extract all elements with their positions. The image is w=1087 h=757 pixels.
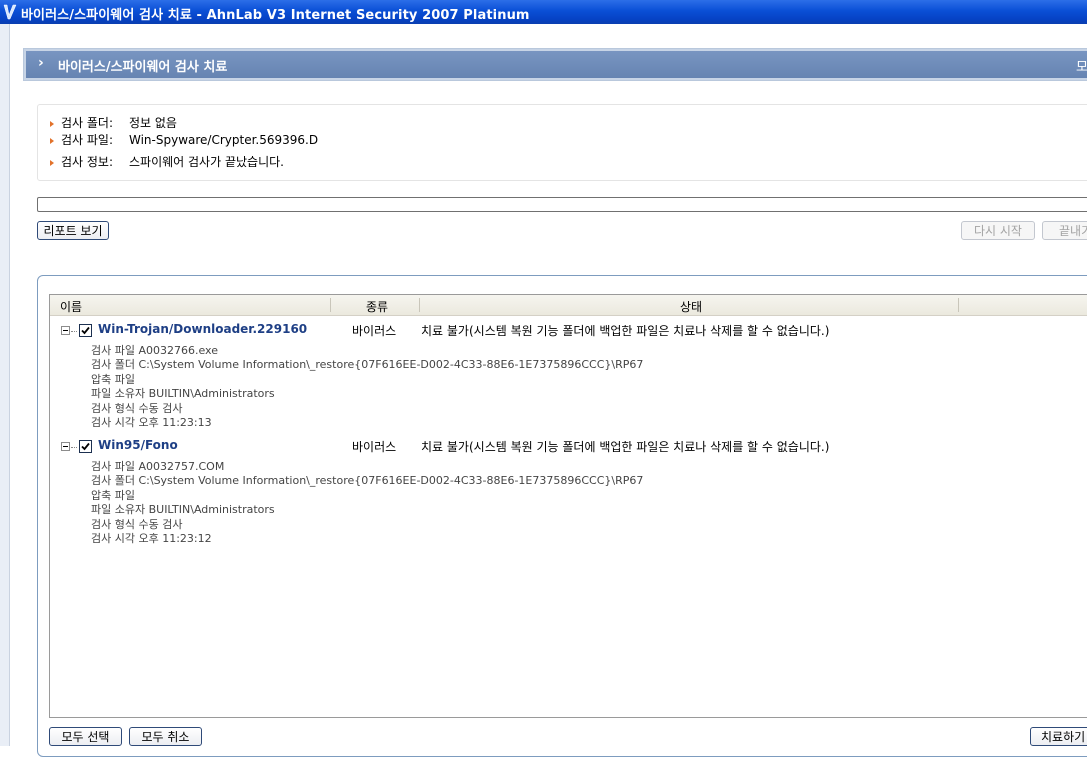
section-header-bar: › 바이러스/스파이웨어 검사 치료 모 [26, 51, 1087, 78]
info-row-folder: 검사 폴더: 정보 없음 [50, 114, 177, 130]
column-header-status[interactable]: 상태 [680, 298, 702, 315]
collapse-toggle-icon[interactable] [61, 442, 70, 451]
bullet-icon [50, 159, 54, 166]
finish-button[interactable]: 끝내기 [1042, 221, 1087, 240]
section-header: › 바이러스/스파이웨어 검사 치료 모 [23, 48, 1087, 81]
item-name: Win-Trojan/Downloader.229160 [98, 322, 308, 336]
info-row-status: 검사 정보: 스파이웨어 검사가 끝났습니다. [50, 153, 284, 169]
column-divider[interactable] [958, 298, 959, 312]
item-detail: 검사 파일 A0032766.exe [91, 344, 218, 357]
checkmark-icon [81, 442, 90, 451]
bullet-icon [50, 120, 54, 127]
list-item[interactable]: Win95/Fono 바이러스 치료 불가(시스템 복원 기능 폴더에 백업한 … [50, 436, 1087, 548]
restart-button[interactable]: 다시 시작 [961, 221, 1035, 240]
window-title: 바이러스/스파이웨어 검사 치료 - AhnLab V3 Internet Se… [21, 8, 530, 23]
item-type: 바이러스 [352, 440, 397, 454]
info-row-file: 검사 파일: Win-Spyware/Crypter.569396.D [50, 131, 318, 147]
item-checkbox[interactable] [79, 440, 92, 453]
item-name: Win95/Fono [98, 438, 178, 452]
view-report-button[interactable]: 리포트 보기 [37, 221, 109, 240]
tree-line [71, 447, 77, 448]
item-detail: 검사 시각 오후 11:23:13 [91, 416, 212, 429]
column-header-type[interactable]: 종류 [366, 298, 388, 315]
item-checkbox[interactable] [79, 324, 92, 337]
checkmark-icon [81, 326, 90, 335]
select-all-button[interactable]: 모두 선택 [49, 727, 122, 746]
item-status: 치료 불가(시스템 복원 기능 폴더에 백업한 파일은 치료나 삭제를 할 수 … [421, 440, 830, 454]
list-header: 이름 종류 상태 [50, 295, 1087, 316]
item-detail: 검사 형식 수동 검사 [91, 518, 183, 531]
item-detail: 검사 파일 A0032757.COM [91, 460, 225, 473]
collapse-toggle-icon[interactable] [61, 326, 70, 335]
deselect-all-button[interactable]: 모두 취소 [129, 727, 202, 746]
detected-list[interactable]: 이름 종류 상태 Win-Trojan/Downloader.229160 바이… [49, 294, 1087, 718]
scan-info-box: 검사 폴더: 정보 없음 검사 파일: Win-Spyware/Crypter.56… [37, 104, 1087, 181]
bullet-icon [50, 137, 54, 144]
item-detail: 압축 파일 [91, 489, 135, 502]
list-item[interactable]: Win-Trojan/Downloader.229160 바이러스 치료 불가(… [50, 320, 1087, 432]
title-bar[interactable]: 바이러스/스파이웨어 검사 치료 - AhnLab V3 Internet Se… [0, 0, 1087, 24]
item-detail: 검사 폴더 C:\System Volume Information\_rest… [91, 474, 644, 487]
window-left-edge [0, 24, 10, 746]
item-type: 바이러스 [352, 324, 397, 338]
item-detail: 검사 형식 수동 검사 [91, 402, 183, 415]
info-label: 검사 정보: [61, 155, 114, 169]
item-detail: 검사 시각 오후 11:23:12 [91, 532, 212, 545]
column-divider[interactable] [330, 298, 331, 312]
section-header-right-text: 모 [1076, 60, 1087, 75]
info-value: 정보 없음 [129, 116, 177, 130]
info-value: Win-Spyware/Crypter.569396.D [129, 133, 319, 147]
section-title: 바이러스/스파이웨어 검사 치료 [58, 60, 228, 75]
tree-line [71, 331, 77, 332]
item-detail: 파일 소유자 BUILTIN\Administrators [91, 503, 275, 516]
cure-button[interactable]: 치료하기 [1030, 727, 1087, 746]
item-detail: 검사 폴더 C:\System Volume Information\_rest… [91, 358, 644, 371]
column-divider[interactable] [419, 298, 420, 312]
info-label: 검사 파일: [61, 133, 114, 147]
column-header-name[interactable]: 이름 [60, 298, 82, 315]
info-value: 스파이웨어 검사가 끝났습니다. [129, 155, 284, 169]
item-detail: 압축 파일 [91, 373, 135, 386]
ahnlab-v3-icon [3, 4, 17, 20]
item-detail: 파일 소유자 BUILTIN\Administrators [91, 387, 275, 400]
chevron-right-icon: › [38, 55, 44, 71]
scan-progress-bar [37, 197, 1087, 212]
info-label: 검사 폴더: [61, 116, 114, 130]
item-status: 치료 불가(시스템 복원 기능 폴더에 백업한 파일은 치료나 삭제를 할 수 … [421, 324, 830, 338]
